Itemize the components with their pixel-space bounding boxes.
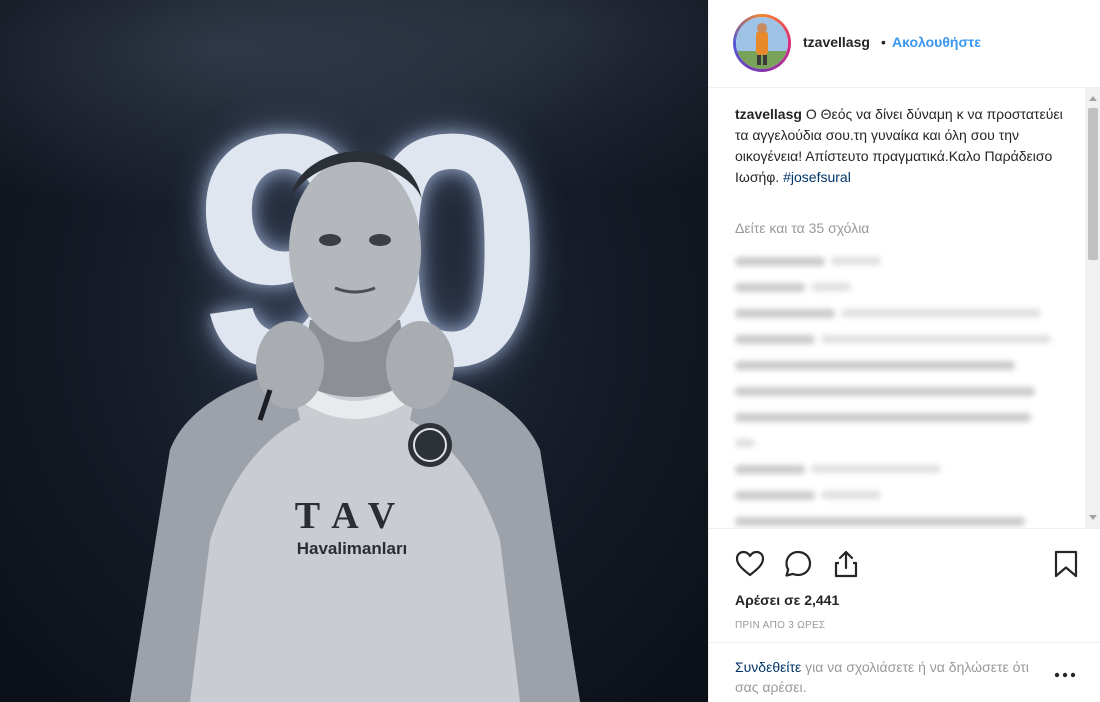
bookmark-icon[interactable] <box>1051 549 1081 579</box>
caption-username[interactable]: tzavellasg <box>735 106 802 122</box>
header-username[interactable]: tzavellasg <box>803 34 870 50</box>
share-icon[interactable] <box>831 549 861 579</box>
shirt-sponsor-sub: Havalimanları <box>297 539 408 558</box>
caption-hashtag[interactable]: #josefsural <box>783 169 851 185</box>
list-item <box>735 404 1055 430</box>
header-separator: • <box>881 34 886 50</box>
post-photo[interactable]: 90 TAV Havalimanları <box>0 0 708 702</box>
list-item <box>735 430 1055 456</box>
list-item <box>735 248 1055 274</box>
player-figure: TAV Havalimanları <box>130 151 580 702</box>
view-all-comments-link[interactable]: Δείτε και τα 35 σχόλια <box>735 220 869 236</box>
avatar-image <box>736 17 788 69</box>
comments-area[interactable]: tzavellasg Ο Θεός να δίνει δύναμη κ να π… <box>709 88 1100 528</box>
avatar[interactable] <box>733 14 791 72</box>
login-prompt-text: Συνδεθείτε για να σχολιάσετε ή να δηλώσε… <box>735 657 1035 697</box>
post-actions: Αρέσει σε 2,441 ΠΡΙΝ ΑΠΟ 3 ΩΡΕΣ Συνδεθεί… <box>709 528 1100 702</box>
comments-scrollbar[interactable] <box>1085 88 1100 528</box>
login-prompt: Συνδεθείτε για να σχολιάσετε ή να δηλώσε… <box>709 642 1100 702</box>
list-item <box>735 274 1055 300</box>
scrollbar-thumb[interactable] <box>1088 108 1098 260</box>
follow-button[interactable]: Ακολουθήστε <box>892 34 981 50</box>
list-item <box>735 482 1055 508</box>
comment-icon[interactable] <box>783 549 813 579</box>
comment-list <box>735 248 1055 528</box>
list-item <box>735 508 1055 528</box>
scroll-up-icon[interactable] <box>1089 96 1097 101</box>
list-item <box>735 300 1055 326</box>
likes-count[interactable]: Αρέσει σε 2,441 <box>735 592 839 608</box>
shirt-sponsor: TAV <box>295 495 410 537</box>
heart-icon[interactable] <box>735 549 765 579</box>
list-item <box>735 456 1055 482</box>
list-item <box>735 352 1055 378</box>
more-options-icon[interactable] <box>1053 663 1077 687</box>
login-link[interactable]: Συνδεθείτε <box>735 659 801 675</box>
list-item <box>735 378 1055 404</box>
avatar-picture-icon <box>736 17 788 69</box>
post-caption: tzavellasg Ο Θεός να δίνει δύναμη κ να π… <box>735 104 1067 188</box>
post-header: tzavellasg • Ακολουθήστε <box>709 0 1100 88</box>
scroll-down-icon[interactable] <box>1089 515 1097 520</box>
post-timestamp: ΠΡΙΝ ΑΠΟ 3 ΩΡΕΣ <box>735 620 826 631</box>
post-side-panel: tzavellasg • Ακολουθήστε tzavellasg Ο Θε… <box>708 0 1100 702</box>
list-item <box>735 326 1055 352</box>
